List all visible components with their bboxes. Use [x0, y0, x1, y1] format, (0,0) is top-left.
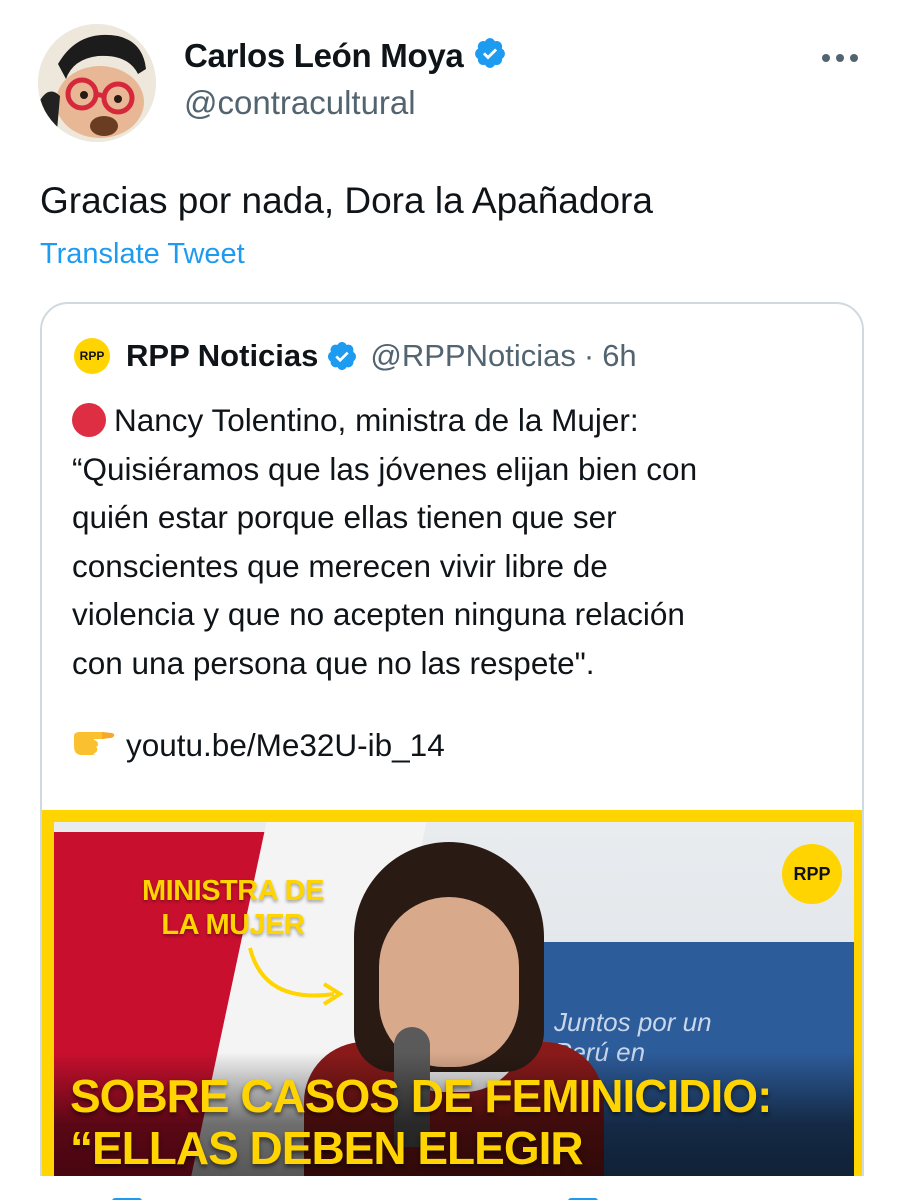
bottom-action-bar-edge [0, 1176, 905, 1200]
media-headline: SOBRE CASOS DE FEMINICIDIO: “ELLAS DEBEN… [70, 1070, 772, 1174]
avatar-illustration [38, 24, 156, 142]
quoted-link-row: youtu.be/Me32U-ib_14 [72, 726, 445, 764]
more-dot [836, 54, 844, 62]
author-avatar[interactable] [38, 24, 156, 142]
media-label: MINISTRA DE LA MUJER [142, 874, 324, 942]
more-dot [850, 54, 858, 62]
rpp-avatar[interactable]: RPP [74, 338, 110, 374]
verified-badge-icon [326, 340, 358, 372]
quoted-body-line: “Quisiéramos que las jóvenes elijan bien… [72, 450, 698, 487]
banner-line: Juntos por un [554, 1007, 712, 1037]
meta-separator: · [583, 338, 595, 373]
quoted-body-line: conscientes que merecen vivir libre de [72, 547, 608, 584]
more-horizontal-icon[interactable] [822, 50, 862, 66]
more-dot [822, 54, 830, 62]
quoted-link[interactable]: youtu.be/Me32U-ib_14 [126, 727, 445, 764]
quoted-tweet-body: Nancy Tolentino, ministra de la Mujer: “… [72, 396, 842, 687]
quoted-body-line: Nancy Tolentino, ministra de la Mujer: [72, 396, 842, 445]
quoted-media-image[interactable]: Juntos por un Perú en MINISTRA DE LA MUJ… [42, 810, 862, 1200]
tweet-text: Gracias por nada, Dora la Apañadora [40, 180, 653, 221]
translate-tweet-link[interactable]: Translate Tweet [40, 238, 245, 271]
author-display-name[interactable]: Carlos León Moya [184, 37, 464, 75]
rpp-logo: RPP [782, 844, 842, 904]
quoted-body-line: violencia y que no acepten ninguna relac… [72, 596, 685, 632]
quoted-body-line: quién estar porque ellas tienen que ser [72, 499, 617, 535]
quoted-display-name[interactable]: RPP Noticias [126, 338, 318, 374]
quoted-tweet-header: RPP RPP Noticias @RPPNoticias · 6h [74, 338, 637, 374]
media-label-line: MINISTRA DE [142, 875, 324, 907]
quoted-timestamp[interactable]: 6h [602, 338, 636, 374]
media-label-line: LA MUJER [161, 909, 305, 941]
quoted-handle[interactable]: @RPPNoticias [370, 338, 575, 374]
verified-badge-icon [473, 36, 507, 75]
curved-arrow-icon [248, 947, 344, 1006]
media-photo: Juntos por un Perú en MINISTRA DE LA MUJ… [54, 822, 854, 1200]
quoted-body-text: Nancy Tolentino, ministra de la Mujer: [114, 402, 639, 438]
author-name-row: Carlos León Moya [184, 36, 507, 75]
red-circle-icon [72, 403, 106, 437]
quoted-body-line: con una persona que no las respete". [72, 644, 595, 681]
author-handle[interactable]: @contracultural [184, 84, 416, 122]
pointing-right-hand-icon [72, 726, 116, 764]
headline-line: “ELLAS DEBEN ELEGIR [70, 1122, 584, 1174]
quoted-tweet-card[interactable]: RPP RPP Noticias @RPPNoticias · 6h Nancy… [40, 302, 864, 1200]
headline-line: SOBRE CASOS DE FEMINICIDIO: [70, 1070, 772, 1122]
